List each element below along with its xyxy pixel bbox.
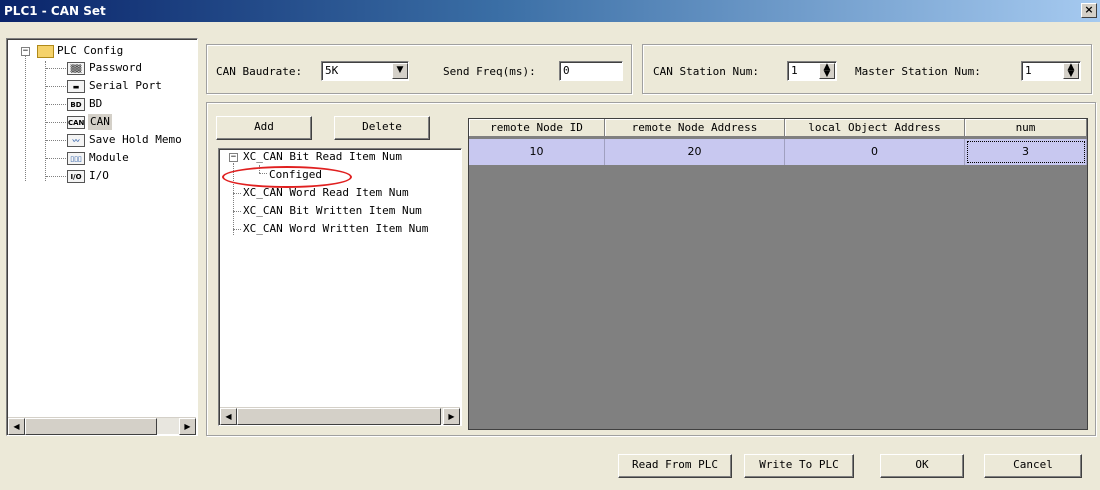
column-header-remote-node-address[interactable]: remote Node Address (605, 119, 785, 137)
password-icon: ▒▒ (67, 62, 85, 75)
tree-connector (259, 173, 267, 174)
can-settings-group: CAN Baudrate: 5K ▼ Send Freq(ms): 0 (206, 44, 632, 94)
window-title: PLC1 - CAN Set (4, 4, 106, 18)
plc-config-tree-content: − PLC Config ▒▒ Password ▬ Serial Port B… (9, 41, 195, 415)
write-to-plc-button[interactable]: Write To PLC (744, 454, 854, 478)
tree-connector (46, 176, 66, 177)
can-data-grid[interactable]: remote Node ID remote Node Address local… (468, 118, 1088, 430)
tree-item-bd[interactable]: BD (89, 96, 102, 112)
tree-item-serial-port[interactable]: Serial Port (89, 78, 162, 94)
tree-connector (46, 140, 66, 141)
chevron-down-icon[interactable]: ▼ (392, 63, 408, 79)
tree-item-word-read[interactable]: XC_CAN Word Read Item Num (243, 185, 409, 201)
column-header-remote-node-id[interactable]: remote Node ID (469, 119, 605, 137)
waveform-icon: 〰 (67, 134, 85, 147)
tree-item-module[interactable]: Module (89, 150, 129, 166)
delete-button[interactable]: Delete (334, 116, 430, 140)
station-num-spinner-icon[interactable]: ▲ ▼ (819, 63, 835, 79)
send-freq-label: Send Freq(ms): (443, 65, 536, 78)
tree-item-can[interactable]: CAN (88, 114, 112, 130)
column-header-local-object-address[interactable]: local Object Address (785, 119, 965, 137)
bd-icon: BD (67, 98, 85, 111)
tree-item-io[interactable]: I/O (89, 168, 109, 184)
tree-item-password[interactable]: Password (89, 60, 142, 76)
tree-item-bit-written[interactable]: XC_CAN Bit Written Item Num (243, 203, 422, 219)
tree-item-save-hold-memo[interactable]: Save Hold Memo (89, 132, 182, 148)
horizontal-scrollbar[interactable]: ◀ ▶ (8, 417, 196, 435)
tree-connector (46, 104, 66, 105)
tree-guide (25, 55, 26, 181)
scroll-thumb[interactable] (25, 418, 157, 435)
tree-connector (46, 158, 66, 159)
station-num-label: CAN Station Num: (653, 65, 759, 78)
tree-item-bit-read[interactable]: XC_CAN Bit Read Item Num (243, 149, 402, 165)
scroll-right-icon[interactable]: ▶ (443, 408, 460, 425)
read-from-plc-button[interactable]: Read From PLC (618, 454, 732, 478)
tree-guide (259, 165, 260, 173)
tree-connector (46, 122, 66, 123)
tree-item-configed[interactable]: Configed (267, 167, 324, 183)
tree-guide (233, 163, 234, 235)
master-station-label: Master Station Num: (855, 65, 981, 78)
cancel-button[interactable]: Cancel (984, 454, 1082, 478)
folder-icon (37, 45, 54, 58)
tree-connector (46, 86, 66, 87)
close-button[interactable]: × (1081, 3, 1097, 18)
module-icon: ▯▯▯ (67, 152, 85, 165)
scroll-left-icon[interactable]: ◀ (220, 408, 237, 425)
tree-guide (45, 61, 46, 181)
master-station-spinner-icon[interactable]: ▲ ▼ (1063, 63, 1079, 79)
tree-connector (233, 211, 241, 212)
collapse-icon[interactable]: − (21, 47, 30, 56)
baud-rate-label: CAN Baudrate: (216, 65, 303, 78)
station-settings-group: CAN Station Num: 1 ▲ ▼ Master Station Num… (642, 44, 1092, 94)
tree-connector (46, 68, 66, 69)
tree-connector (233, 229, 241, 230)
tree-item-plc-config[interactable]: PLC Config (57, 43, 123, 59)
scroll-right-icon[interactable]: ▶ (179, 418, 196, 435)
tree-item-word-written[interactable]: XC_CAN Word Written Item Num (243, 221, 428, 237)
table-cell[interactable]: 0 (785, 139, 965, 165)
column-header-num[interactable]: num (965, 119, 1087, 137)
add-button[interactable]: Add (216, 116, 312, 140)
collapse-icon[interactable]: − (229, 153, 238, 162)
table-cell[interactable]: 20 (605, 139, 785, 165)
can-set-window: PLC1 - CAN Set × − PLC Config ▒▒ Passwor… (0, 0, 1100, 490)
scroll-left-icon[interactable]: ◀ (8, 418, 25, 435)
scroll-thumb[interactable] (237, 408, 441, 425)
plc-config-tree[interactable]: − PLC Config ▒▒ Password ▬ Serial Port B… (6, 38, 198, 436)
title-bar: PLC1 - CAN Set × (0, 0, 1100, 22)
ok-button[interactable]: OK (880, 454, 964, 478)
table-cell[interactable]: 10 (469, 139, 605, 165)
can-icon: CAN (67, 116, 85, 129)
table-cell[interactable]: 3 (965, 139, 1087, 165)
horizontal-scrollbar[interactable]: ◀ ▶ (220, 407, 460, 425)
serial-port-icon: ▬ (67, 80, 85, 93)
io-icon: I/O (67, 170, 85, 183)
send-freq-input[interactable]: 0 (559, 61, 623, 81)
can-item-tree[interactable]: − XC_CAN Bit Read Item Num Configed XC_C… (218, 148, 462, 426)
tree-connector (233, 193, 241, 194)
